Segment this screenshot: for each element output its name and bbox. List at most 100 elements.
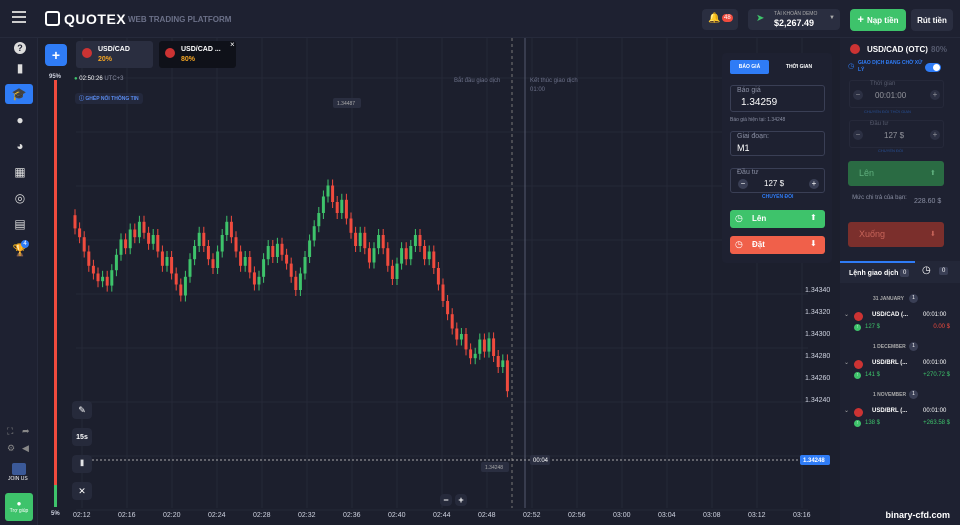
trade-profit: +270.72 $	[923, 372, 950, 378]
chart-type-icon[interactable]: ⫴	[72, 455, 92, 473]
right-up-button[interactable]: Lên ⬆	[848, 161, 944, 186]
plus-button[interactable]: +	[930, 130, 940, 140]
invest-field[interactable]: Đầu tư − 127 $ +	[849, 120, 944, 148]
flag-icon	[850, 44, 860, 54]
sound-icon[interactable]: ◀	[22, 443, 29, 454]
pencil-icon[interactable]: ✎	[72, 401, 92, 419]
x-tick-label: 02:32	[298, 512, 316, 519]
candle	[257, 276, 261, 285]
invest-field[interactable]: Đầu tư − 127 $ +	[730, 168, 825, 193]
up-button[interactable]: ◷ Lên ⬆	[730, 210, 825, 228]
candle	[147, 232, 151, 244]
join-us-label[interactable]: JOIN US	[8, 476, 28, 482]
chart-bars-icon[interactable]: ▮	[10, 58, 30, 78]
candle	[404, 248, 408, 260]
signal-icon[interactable]: ◎	[10, 188, 30, 208]
switch-link[interactable]: CHUYỂN ĐỔI	[762, 194, 793, 200]
user-icon[interactable]: ●	[10, 110, 30, 130]
candle	[413, 235, 417, 246]
withdraw-button[interactable]: Rút tiền	[911, 9, 953, 31]
notifications-button[interactable]: 🔔 48	[702, 9, 738, 30]
paper-plane-icon: ➤	[756, 13, 765, 24]
clock-icon: ◷	[848, 63, 855, 70]
trade-amount: 138 $	[865, 420, 881, 426]
asset-tab-1[interactable]: USD/CAD 20%	[76, 41, 153, 68]
y-tick-label: 1.34280	[805, 353, 830, 360]
chart-area[interactable]: 95% 5% Bắt đầu giao dịch Kết thúc giao dịch…	[38, 38, 950, 525]
zoom-out-button[interactable]: −	[440, 494, 452, 506]
add-asset-button[interactable]: +	[45, 44, 67, 66]
trades-header: Lệnh giao dịch 0 ◷ 0	[840, 261, 960, 283]
candle	[229, 221, 233, 238]
right-down-button[interactable]: Xuống ⬇	[848, 222, 944, 247]
price-chart[interactable]: 95% 5% Bắt đầu giao dịch Kết thúc giao dịch…	[38, 38, 840, 525]
pending-trades-label: GIAO DỊCH ĐANG CHỜ XỬ LÝ	[858, 60, 923, 73]
asset-title[interactable]: USD/CAD (OTC)	[867, 45, 928, 54]
plus-button[interactable]: +	[930, 90, 940, 100]
trade-item[interactable]: ⌄ USD/BRL (... 00:01:00 ↑ 141 $ +270.72 …	[840, 357, 960, 387]
menu-icon[interactable]	[12, 11, 26, 23]
candle	[308, 240, 312, 257]
x-tick-label: 03:04	[658, 512, 676, 519]
candle	[119, 239, 123, 255]
tab-trades[interactable]: Lệnh giao dịch 0	[840, 261, 915, 283]
period-field[interactable]: Giai đoạn: M1	[730, 131, 825, 156]
logo-icon	[45, 11, 60, 26]
account-switcher[interactable]: ➤ TÀI KHOẢN DEMO $2,267.49 ▼	[748, 9, 840, 30]
plus-button[interactable]: +	[809, 179, 819, 189]
invest-switch-link[interactable]: CHUYỂN ĐỔI	[878, 148, 903, 153]
candle	[239, 251, 243, 266]
period-field-label: Giai đoạn:	[737, 133, 769, 140]
trade-date-count: 1	[909, 342, 918, 351]
down-button[interactable]: ◷ Đặt ⬇	[730, 236, 825, 254]
candle	[441, 284, 445, 301]
trade-item[interactable]: ⌄ USD/BRL (... 00:01:00 ↑ 138 $ +263.58 …	[840, 405, 960, 435]
candle	[459, 334, 463, 340]
candle	[409, 246, 413, 260]
indicators-icon[interactable]: ✕	[72, 482, 92, 500]
fullscreen-icon[interactable]: ⛶	[7, 426, 13, 437]
tab-price[interactable]: BÁO GIÁ	[730, 60, 769, 74]
account-label: TÀI KHOẢN DEMO	[774, 11, 818, 17]
graduation-cap-icon[interactable]: 🎓	[5, 84, 33, 104]
minus-button[interactable]: −	[853, 90, 863, 100]
info-badge[interactable]: ⓘ GHÉP NỐI THÔNG TIN	[75, 93, 143, 104]
wallet-icon[interactable]: ▤	[10, 214, 30, 234]
time-field[interactable]: Thời gian − 00:01:00 +	[849, 80, 944, 108]
timer-label: 00:04	[533, 458, 549, 464]
share-icon[interactable]: ➦	[22, 426, 30, 437]
pie-chart-icon[interactable]: ◕	[10, 136, 30, 156]
join-us-icon[interactable]	[12, 463, 26, 475]
zoom-in-button[interactable]: +	[455, 494, 467, 506]
candle	[432, 251, 436, 268]
trade-start-label: Bắt đầu giao dịch	[454, 77, 500, 84]
close-icon[interactable]: ×	[230, 40, 235, 49]
high-label: 1.34487	[337, 101, 355, 107]
market-icon[interactable]: ▦	[10, 162, 30, 182]
deposit-button[interactable]: + Nạp tiền	[850, 9, 906, 31]
candle	[225, 221, 229, 235]
arrow-up-icon: ↑	[854, 420, 861, 427]
trade-item[interactable]: ⌄ USD/CAD (... 00:01:00 ↑ 127 $ 0.00 $	[840, 309, 960, 339]
price-field[interactable]: Báo giá 1.34259	[730, 85, 825, 112]
timeframe-button[interactable]: 15s	[72, 428, 92, 446]
logo[interactable]: QUOTEX	[64, 11, 126, 27]
support-button[interactable]: ● Trợ giúp	[5, 493, 33, 521]
candle	[294, 276, 298, 290]
asset-tab-2[interactable]: USD/CAD ... 80% ×	[159, 40, 236, 68]
invest-field-value: 127 $	[884, 131, 905, 140]
settings-icon[interactable]: ⚙	[7, 443, 15, 454]
candle	[128, 229, 132, 249]
help-circle-icon[interactable]: ?	[10, 38, 30, 58]
time-switch-link[interactable]: CHUYỂN ĐỔI THỜI GIAN	[864, 109, 911, 114]
candle	[326, 185, 330, 197]
tab-time[interactable]: THỜI GIAN	[774, 60, 824, 74]
trade-date-count: 1	[909, 294, 918, 303]
candle	[183, 276, 187, 296]
candle	[492, 338, 496, 356]
candle	[101, 276, 105, 282]
minus-button[interactable]: −	[853, 130, 863, 140]
tab-pending[interactable]: ◷ 0	[920, 261, 960, 283]
minus-button[interactable]: −	[738, 179, 748, 189]
pending-toggle[interactable]	[925, 63, 941, 72]
